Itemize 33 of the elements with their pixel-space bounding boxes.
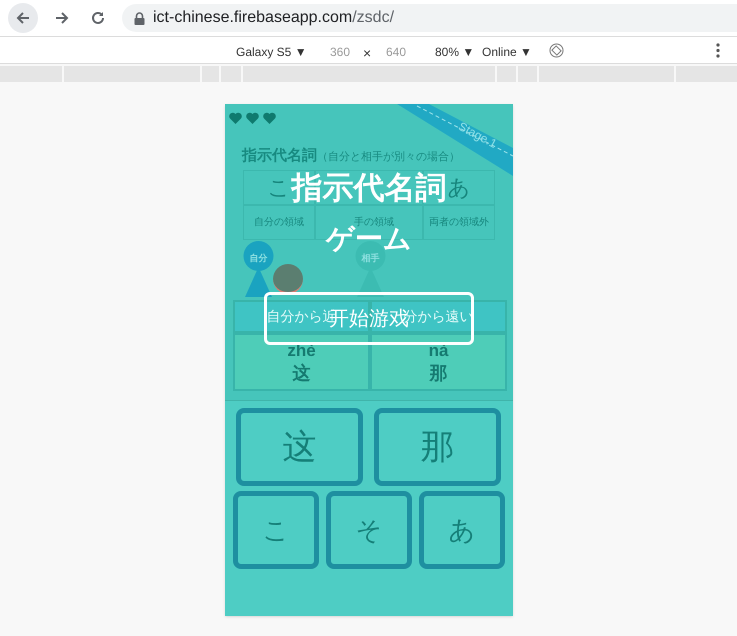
device-dropdown[interactable]: Galaxy S5 ▼ — [236, 43, 307, 61]
stage-subtitle: （自分と相手が別々の場合） — [317, 151, 460, 163]
figure-label: 自分 — [248, 253, 268, 263]
back-arrow-icon[interactable] — [15, 10, 31, 26]
answer-button[interactable]: こ — [233, 491, 319, 569]
back-button[interactable] — [8, 3, 38, 33]
width-field[interactable]: 360 — [330, 43, 350, 61]
stage-title: 指示代名詞 — [242, 147, 317, 164]
heart-icon — [263, 112, 276, 124]
figure-label: 相手 — [360, 253, 380, 263]
heart-icon — [229, 112, 242, 124]
rotate-icon[interactable] — [549, 43, 564, 58]
zoom-dropdown[interactable]: 80% ▼ — [435, 43, 474, 61]
game-title: 指示代名詞 — [292, 172, 446, 203]
address-bar[interactable]: ict-chinese.firebaseapp.com/zsdc/ — [122, 4, 737, 32]
more-icon[interactable] — [716, 43, 720, 58]
hanzi-text: 这 — [292, 362, 310, 384]
answer-button[interactable]: あ — [419, 491, 505, 569]
network-dropdown[interactable]: Online ▼ — [482, 43, 532, 61]
reload-icon[interactable] — [90, 10, 106, 26]
answer-button[interactable]: 那 — [374, 408, 501, 486]
answer-button[interactable]: そ — [326, 491, 412, 569]
table-cell: 自分の領域 — [243, 205, 315, 240]
forward-arrow-icon[interactable] — [54, 10, 70, 26]
hanzi-text: 那 — [430, 362, 448, 384]
table-cell: 両者の領域外 — [423, 205, 495, 240]
answer-button[interactable]: 这 — [236, 408, 363, 486]
url-text: ict-chinese.firebaseapp.com/zsdc/ — [153, 8, 394, 28]
height-field[interactable]: 640 — [386, 43, 406, 61]
lock-icon — [134, 12, 145, 24]
times-sign: × — [363, 44, 372, 63]
heart-icon — [246, 112, 259, 124]
game-title: ゲーム — [326, 225, 412, 254]
